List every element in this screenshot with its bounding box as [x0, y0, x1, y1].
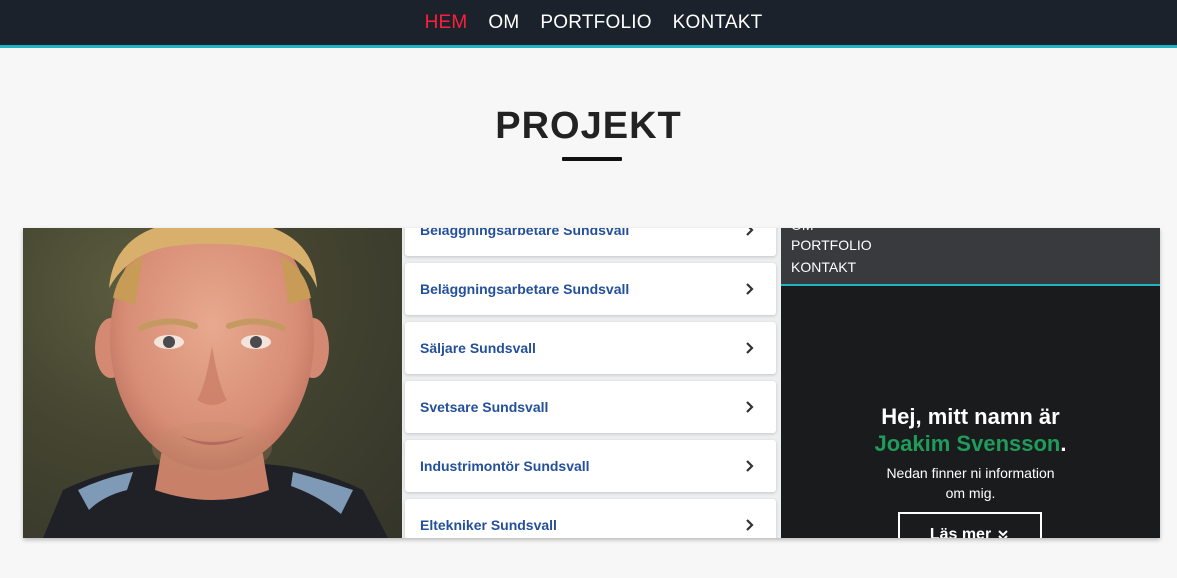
job-title: Beläggningsarbetare Sundsvall	[420, 228, 630, 238]
nav-link-hem[interactable]: HEM	[425, 12, 468, 34]
chevron-right-icon	[746, 342, 754, 354]
preview-menu-item-kontakt: KONTAKT	[791, 259, 857, 275]
preview-menu-item-om: OM	[791, 228, 814, 233]
job-list: Beläggningsarbetare Sundsvall Beläggning…	[405, 228, 776, 538]
main-nav: HEM OM PORTFOLIO KONTAKT	[0, 0, 1177, 45]
read-more-button[interactable]: Läs mer	[898, 512, 1042, 538]
hero-name: Joakim Svensson	[874, 431, 1061, 456]
chevron-right-icon	[746, 228, 754, 236]
chevron-right-icon	[746, 283, 754, 295]
read-more-label: Läs mer	[929, 526, 992, 538]
hero-name-suffix: .	[1060, 431, 1067, 456]
job-card[interactable]: Beläggningsarbetare Sundsvall	[405, 228, 776, 256]
double-chevron-down-icon	[998, 530, 1008, 538]
nav-link-portfolio[interactable]: PORTFOLIO	[540, 12, 651, 34]
job-card[interactable]: Eltekniker Sundsvall	[405, 499, 776, 538]
project-tile-site-preview[interactable]: OM PORTFOLIO KONTAKT Hej, mitt namn är J…	[781, 228, 1160, 538]
hero-heading: Hej, mitt namn är	[881, 404, 1060, 429]
nav-link-om[interactable]: OM	[488, 12, 519, 34]
job-title: Industrimontör Sundsvall	[420, 458, 590, 474]
project-tile-job-list[interactable]: Beläggningsarbetare Sundsvall Beläggning…	[402, 228, 781, 538]
section-title: PROJEKT	[495, 105, 682, 147]
job-card[interactable]: Industrimontör Sundsvall	[405, 440, 776, 492]
project-gallery: Beläggningsarbetare Sundsvall Beläggning…	[23, 228, 1160, 538]
preview-menu: OM PORTFOLIO KONTAKT	[781, 228, 1160, 286]
preview-menu-item-portfolio: PORTFOLIO	[791, 237, 872, 253]
title-underline	[562, 157, 622, 161]
preview-hero: Hej, mitt namn är Joakim Svensson. Nedan…	[781, 403, 1160, 503]
job-title: Beläggningsarbetare Sundsvall	[420, 281, 630, 297]
project-tile-portrait[interactable]	[23, 228, 402, 538]
top-navbar: HEM OM PORTFOLIO KONTAKT	[0, 0, 1177, 48]
job-card[interactable]: Beläggningsarbetare Sundsvall	[405, 263, 776, 315]
nav-link-kontakt[interactable]: KONTAKT	[673, 12, 763, 34]
hero-name-line: Joakim Svensson.	[781, 431, 1160, 457]
chevron-right-icon	[746, 460, 754, 472]
job-title: Eltekniker Sundsvall	[420, 517, 557, 533]
hero-text-line: Nedan finner ni information	[886, 465, 1055, 481]
job-title: Säljare Sundsvall	[420, 340, 536, 356]
job-card[interactable]: Svetsare Sundsvall	[405, 381, 776, 433]
hero-text-line: om mig.	[945, 485, 996, 501]
job-card[interactable]: Säljare Sundsvall	[405, 322, 776, 374]
chevron-right-icon	[746, 519, 754, 531]
job-title: Svetsare Sundsvall	[420, 399, 549, 415]
portrait-photo	[43, 228, 388, 538]
hero-text: Nedan finner ni information om mig.	[781, 463, 1160, 503]
chevron-right-icon	[746, 401, 754, 413]
